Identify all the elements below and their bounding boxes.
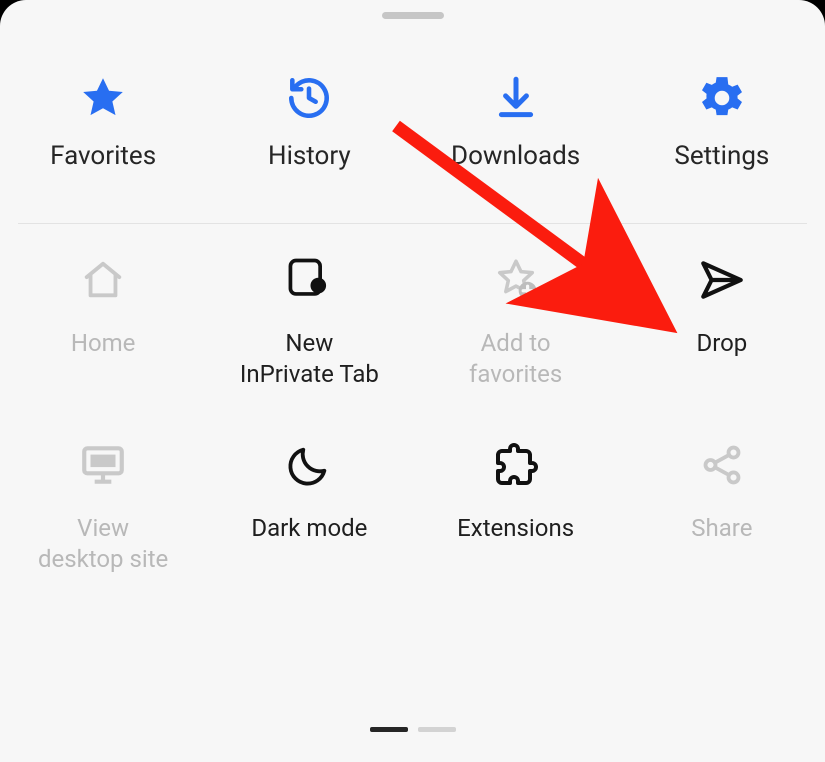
history-button[interactable]: History xyxy=(206,57,412,191)
gear-icon xyxy=(697,65,747,131)
settings-button[interactable]: Settings xyxy=(619,57,825,191)
dark-mode-label: Dark mode xyxy=(251,513,367,544)
view-desktop-site-button[interactable]: View desktop site xyxy=(0,435,206,574)
download-icon xyxy=(491,65,541,131)
drop-label: Drop xyxy=(696,328,747,359)
dark-mode-button[interactable]: Dark mode xyxy=(206,435,412,574)
new-inprivate-tab-label: New InPrivate Tab xyxy=(240,328,379,389)
share-label: Share xyxy=(691,513,752,544)
inprivate-tab-icon xyxy=(283,250,335,310)
puzzle-icon xyxy=(492,435,540,495)
moon-icon xyxy=(286,435,332,495)
history-icon xyxy=(284,65,334,131)
page-dot-1 xyxy=(370,727,408,732)
downloads-label: Downloads xyxy=(451,141,580,171)
desktop-icon xyxy=(78,435,128,495)
sheet-grabber[interactable] xyxy=(382,12,444,19)
add-to-favorites-button[interactable]: Add to favorites xyxy=(413,250,619,389)
history-label: History xyxy=(268,141,351,171)
star-add-icon xyxy=(491,250,541,310)
extensions-label: Extensions xyxy=(457,513,574,544)
page-indicator[interactable] xyxy=(0,727,825,732)
settings-label: Settings xyxy=(674,141,769,171)
share-button[interactable]: Share xyxy=(619,435,825,574)
bottom-sheet: Favorites History Downloads xyxy=(0,0,825,762)
extensions-button[interactable]: Extensions xyxy=(413,435,619,574)
favorites-label: Favorites xyxy=(50,141,156,171)
divider xyxy=(18,223,807,224)
home-button[interactable]: Home xyxy=(0,250,206,389)
star-filled-icon xyxy=(78,65,128,131)
drop-button[interactable]: Drop xyxy=(619,250,825,389)
share-icon xyxy=(699,435,745,495)
actions-grid: Home New InPrivate Tab Add to favori xyxy=(0,250,825,595)
home-label: Home xyxy=(71,328,136,359)
downloads-button[interactable]: Downloads xyxy=(413,57,619,191)
favorites-button[interactable]: Favorites xyxy=(0,57,206,191)
home-icon xyxy=(80,250,126,310)
new-inprivate-tab-button[interactable]: New InPrivate Tab xyxy=(206,250,412,389)
send-icon xyxy=(697,250,747,310)
page-dot-2 xyxy=(418,727,456,732)
primary-row: Favorites History Downloads xyxy=(0,57,825,191)
add-to-favorites-label: Add to favorites xyxy=(469,328,562,389)
view-desktop-site-label: View desktop site xyxy=(38,513,168,574)
